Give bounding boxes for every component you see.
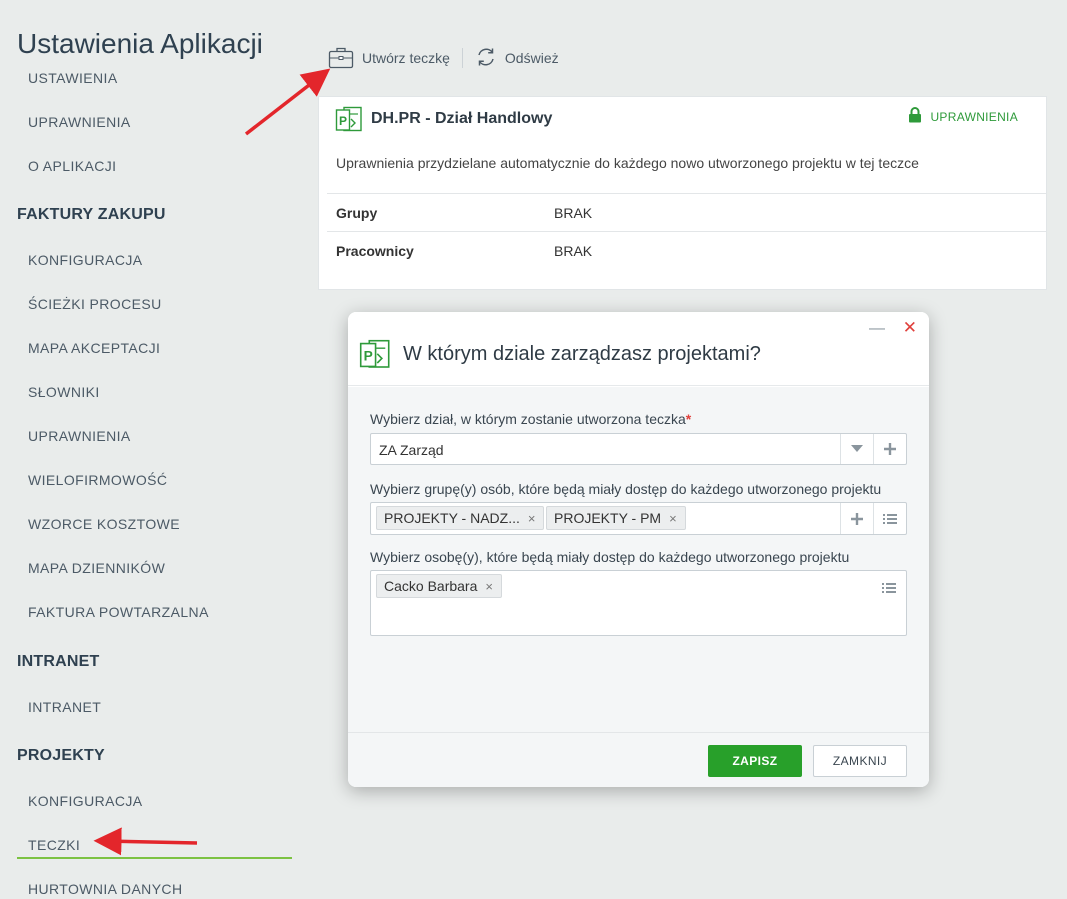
- person-tag: Cacko Barbara ×: [376, 574, 502, 598]
- sidebar-item-sciezki-procesu[interactable]: ŚCIEŻKI PROCESU: [28, 296, 162, 312]
- groups-row: Grupy BRAK: [327, 193, 1046, 231]
- plus-icon[interactable]: [840, 503, 873, 534]
- department-label-text: Wybierz dział, w którym zostanie utworzo…: [370, 411, 686, 427]
- dialog-footer: ZAPISZ ZAMKNIJ: [348, 732, 929, 787]
- briefcase-icon: [328, 45, 354, 72]
- minimize-icon[interactable]: —: [869, 320, 885, 338]
- sidebar: Ustawienia Aplikacji USTAWIENIA UPRAWNIE…: [0, 0, 300, 899]
- remove-tag-icon[interactable]: ×: [528, 511, 536, 526]
- group-tag-label: PROJEKTY - PM: [554, 510, 662, 526]
- sidebar-item-konfiguracja-projekty[interactable]: KONFIGURACJA: [28, 793, 142, 809]
- sidebar-item-wielofirmowosc[interactable]: WIELOFIRMOWOŚĆ: [28, 472, 167, 488]
- remove-tag-icon[interactable]: ×: [669, 511, 677, 526]
- sidebar-section-intranet: INTRANET: [17, 653, 100, 670]
- groups-key: Grupy: [336, 205, 378, 221]
- plus-icon[interactable]: [873, 434, 906, 464]
- folder-title: DH.PR - Dział Handlowy: [371, 110, 553, 127]
- save-button[interactable]: ZAPISZ: [708, 745, 802, 777]
- employees-row: Pracownicy BRAK: [327, 231, 1046, 269]
- svg-text:P: P: [339, 114, 347, 128]
- sidebar-item-mapa-dziennikow[interactable]: MAPA DZIENNIKÓW: [28, 560, 165, 576]
- create-folder-dialog: P W którym dziale zarządzasz projektami?…: [348, 312, 929, 787]
- sidebar-item-teczki[interactable]: TECZKI: [28, 837, 80, 853]
- sidebar-section-projekty: PROJEKTY: [17, 747, 105, 764]
- groups-label: Wybierz grupę(y) osób, które będą miały …: [370, 481, 882, 497]
- folder-description: Uprawnienia przydzielane automatycznie d…: [336, 155, 919, 171]
- toolbar: Utwórz teczkę Odśwież: [328, 44, 559, 72]
- dialog-title: W którym dziale zarządzasz projektami?: [403, 343, 761, 365]
- svg-text:P: P: [364, 349, 373, 364]
- sidebar-item-faktura-powtarzalna[interactable]: FAKTURA POWTARZALNA: [28, 604, 209, 620]
- sidebar-item-konfiguracja[interactable]: KONFIGURACJA: [28, 252, 142, 268]
- employees-key: Pracownicy: [336, 243, 414, 259]
- persons-label: Wybierz osobę(y), które będą miały dostę…: [370, 549, 850, 565]
- sidebar-item-uprawnienia-faktury[interactable]: UPRAWNIENIA: [28, 428, 131, 444]
- groups-value: BRAK: [554, 205, 593, 221]
- create-folder-button[interactable]: Utwórz teczkę: [328, 45, 450, 72]
- sidebar-section-faktury-zakupu: FAKTURY ZAKUPU: [17, 206, 166, 223]
- refresh-icon: [475, 46, 497, 71]
- sidebar-item-wzorce-kosztowe[interactable]: WZORCE KOSZTOWE: [28, 516, 180, 532]
- create-folder-label: Utwórz teczkę: [362, 50, 450, 66]
- sidebar-item-ustawienia[interactable]: USTAWIENIA: [28, 70, 118, 86]
- dialog-header: P W którym dziale zarządzasz projektami?…: [348, 312, 929, 386]
- sidebar-item-intranet[interactable]: INTRANET: [28, 699, 101, 715]
- department-value: ZA Zarząd: [379, 442, 444, 458]
- toolbar-divider: [461, 48, 463, 68]
- project-folder-icon: P: [335, 106, 363, 139]
- close-icon[interactable]: ✕: [903, 318, 917, 338]
- list-icon[interactable]: [873, 503, 906, 534]
- folder-card: P DH.PR - Dział Handlowy UPRAWNIENIA Upr…: [318, 96, 1047, 290]
- lock-icon: [908, 107, 922, 126]
- persons-multiselect[interactable]: Cacko Barbara ×: [370, 570, 907, 636]
- groups-multiselect[interactable]: PROJEKTY - NADZ... × PROJEKTY - PM ×: [370, 502, 907, 535]
- person-tag-label: Cacko Barbara: [384, 578, 478, 594]
- refresh-button[interactable]: Odśwież: [475, 46, 559, 71]
- department-select[interactable]: ZA Zarząd: [370, 433, 907, 465]
- sidebar-item-hurtownia-danych[interactable]: HURTOWNIA DANYCH: [28, 881, 182, 897]
- project-folder-icon: P: [359, 339, 391, 376]
- group-tag: PROJEKTY - PM ×: [546, 506, 686, 530]
- active-item-underline: [17, 857, 292, 859]
- app-title: Ustawienia Aplikacji: [17, 28, 269, 60]
- close-button[interactable]: ZAMKNIJ: [813, 745, 907, 777]
- sidebar-item-slowniki[interactable]: SŁOWNIKI: [28, 384, 100, 400]
- permissions-link[interactable]: UPRAWNIENIA: [908, 107, 1018, 126]
- refresh-label: Odśwież: [504, 50, 559, 66]
- sidebar-item-o-aplikacji[interactable]: O APLIKACJI: [28, 158, 116, 174]
- remove-tag-icon[interactable]: ×: [485, 579, 493, 594]
- sidebar-item-mapa-akceptacji[interactable]: MAPA AKCEPTACJI: [28, 340, 160, 356]
- group-tag: PROJEKTY - NADZ... ×: [376, 506, 545, 530]
- sidebar-item-uprawnienia[interactable]: UPRAWNIENIA: [28, 114, 131, 130]
- chevron-down-icon[interactable]: [840, 434, 873, 464]
- dialog-body: Wybierz dział, w którym zostanie utworzo…: [348, 387, 929, 732]
- employees-value: BRAK: [554, 243, 593, 259]
- list-icon[interactable]: [882, 581, 896, 599]
- permissions-label: UPRAWNIENIA: [930, 109, 1018, 124]
- department-label: Wybierz dział, w którym zostanie utworzo…: [370, 411, 691, 427]
- group-tag-label: PROJEKTY - NADZ...: [384, 510, 520, 526]
- required-mark: *: [685, 411, 692, 427]
